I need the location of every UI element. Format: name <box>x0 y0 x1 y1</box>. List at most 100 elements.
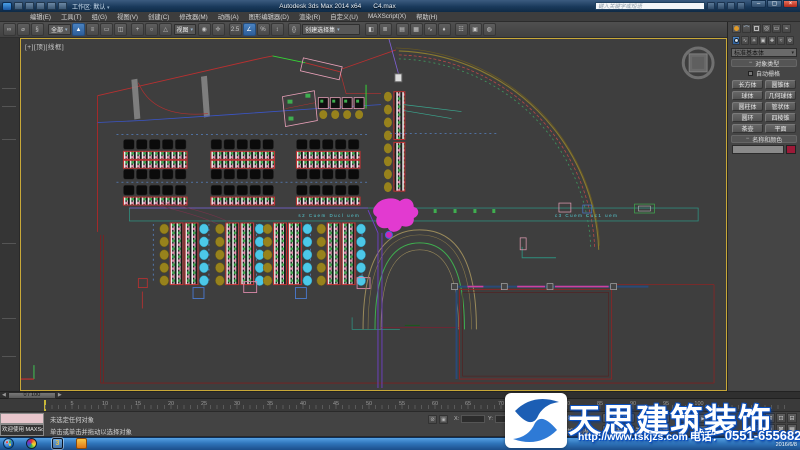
close-button[interactable]: × <box>783 0 798 8</box>
z-coord-field[interactable] <box>529 415 553 423</box>
plan-booth-groups[interactable] <box>138 223 370 309</box>
menu-animation[interactable]: 动画(A) <box>213 12 244 21</box>
pyramid-button[interactable]: 四棱锥 <box>765 113 796 122</box>
maximize-button[interactable]: ▢ <box>767 0 782 8</box>
angle-snap-icon[interactable]: ∠ <box>243 23 256 36</box>
prev-frame-icon[interactable]: ◀ <box>0 392 8 398</box>
select-object-icon[interactable]: ▲ <box>72 23 85 36</box>
next-frame-icon[interactable]: ▶ <box>56 392 64 398</box>
subtab-spacewarps[interactable]: ≈ <box>777 36 785 45</box>
object-type-rollout[interactable]: − 对象类型 <box>731 59 797 67</box>
minimize-button[interactable]: – <box>751 0 766 8</box>
graphite-ribbon-icon[interactable]: ▦ <box>410 23 423 36</box>
y-coord-field[interactable] <box>495 415 519 423</box>
undo-icon[interactable] <box>47 2 56 10</box>
menu-modifiers[interactable]: 修改器(M) <box>174 12 212 21</box>
subtab-lights[interactable]: ☀ <box>750 36 758 45</box>
menu-group[interactable]: 组(G) <box>87 12 112 21</box>
go-end-icon[interactable]: ▶| <box>720 414 730 423</box>
go-start-icon[interactable]: |◀ <box>676 414 686 423</box>
plan-vertical-booths[interactable] <box>384 74 462 192</box>
zoom-extents-icon[interactable]: ⊡ <box>776 413 786 423</box>
cylinder-button[interactable]: 圆柱体 <box>732 102 763 111</box>
selection-lock-icon[interactable]: ▣ <box>439 415 448 424</box>
taskbar-app-ball-icon[interactable] <box>26 438 37 449</box>
plan-horseshoe-stair[interactable] <box>352 230 476 329</box>
auto-key-button[interactable]: 自动关键点 <box>602 413 635 423</box>
teapot-button[interactable]: 茶壶 <box>732 124 763 133</box>
taskbar-3dsmax-icon[interactable]: 3 <box>52 438 63 449</box>
plan-dining-row-b[interactable] <box>123 185 360 205</box>
search-icon[interactable] <box>707 2 715 10</box>
cone-button[interactable]: 圆锥体 <box>765 80 796 89</box>
select-manipulate-icon[interactable]: ✢ <box>212 23 225 36</box>
tab-create[interactable] <box>732 24 741 33</box>
subtab-geometry[interactable] <box>732 36 740 45</box>
menu-graph-editors[interactable]: 图形编辑器(D) <box>244 12 294 21</box>
selection-filter-dropdown[interactable]: 全部▾ <box>48 24 71 35</box>
prev-key-icon[interactable]: ◀ <box>687 414 697 423</box>
checkbox-icon[interactable] <box>748 71 753 76</box>
workspace-dropdown[interactable]: 工作区: 默认 ▾ <box>69 2 113 11</box>
set-key-button[interactable]: 设置关键点 <box>602 425 635 435</box>
select-move-icon[interactable]: + <box>131 23 144 36</box>
primitive-category-dropdown[interactable]: 标准基本体 ▾ <box>731 48 797 57</box>
window-crossing-icon[interactable]: ◫ <box>114 23 127 36</box>
key-filters-button[interactable]: 关键点过滤器... <box>638 425 670 435</box>
viewport-toggle-icon[interactable]: ▦ <box>787 424 797 434</box>
select-rotate-icon[interactable]: ○ <box>145 23 158 36</box>
menu-help[interactable]: 帮助(H) <box>411 12 442 21</box>
tab-display[interactable]: ▭ <box>772 24 781 33</box>
plan-dining-row-a[interactable] <box>123 139 360 179</box>
start-button[interactable] <box>3 438 14 449</box>
viewport-label[interactable]: [+][顶][线框] <box>25 41 64 51</box>
rendered-frame-icon[interactable]: ▣ <box>469 23 482 36</box>
subtab-cameras[interactable]: ▣ <box>759 36 767 45</box>
rect-selection-region-icon[interactable]: ▭ <box>100 23 113 36</box>
next-key-icon[interactable]: ▶ <box>709 414 719 423</box>
subtab-helpers[interactable]: ✚ <box>768 36 776 45</box>
menu-tools[interactable]: 工具(T) <box>56 12 87 21</box>
subtab-shapes[interactable]: ∿ <box>741 36 749 45</box>
named-sets-dropdown[interactable]: 创建选择集▾ <box>302 24 360 35</box>
tab-modify[interactable]: ⌒ <box>742 24 751 33</box>
communication-center-icon[interactable] <box>717 2 725 10</box>
maxscript-macro-recorder[interactable] <box>0 413 44 424</box>
object-color-swatch[interactable] <box>786 145 796 154</box>
save-file-icon[interactable] <box>36 2 45 10</box>
tab-motion[interactable]: ◎ <box>762 24 771 33</box>
bind-spacewarp-icon[interactable]: § <box>31 23 44 36</box>
add-time-tag[interactable]: 添加时间标记 <box>562 427 595 435</box>
menu-create[interactable]: 创建(C) <box>143 12 174 21</box>
select-link-icon[interactable]: ∞ <box>3 23 16 36</box>
track-bar-ruler[interactable]: 5101520253035404550556065707580859095100 <box>0 399 800 412</box>
maximize-viewport-icon[interactable]: ⊠ <box>776 424 786 434</box>
key-mode-icon[interactable]: ◆ <box>698 425 708 434</box>
viewport-canvas[interactable]: s2 Cuem Ducl uem c3 Cuem Cuc1 uem <box>21 39 726 390</box>
mirror-icon[interactable]: ◧ <box>365 23 378 36</box>
zoom-region-icon[interactable]: ⊟ <box>787 413 797 423</box>
orbit-icon[interactable]: ↻ <box>765 424 775 434</box>
subtab-systems[interactable]: ⚙ <box>786 36 794 45</box>
torus-button[interactable]: 圆环 <box>732 113 763 122</box>
menu-edit[interactable]: 编辑(E) <box>25 12 56 21</box>
tab-utilities[interactable]: ⌁ <box>782 24 791 33</box>
time-slider[interactable]: ◀ 0 / 100 ▶ <box>0 391 800 399</box>
isolate-selection-icon[interactable]: ⊘ <box>428 415 437 424</box>
align-icon[interactable]: ≣ <box>379 23 392 36</box>
maxscript-mini-listener[interactable]: 欢迎使用 MAXScript <box>0 424 44 436</box>
percent-snap-icon[interactable]: % <box>257 23 270 36</box>
menu-customize[interactable]: 自定义(U) <box>325 12 363 21</box>
plan-selected-highlight[interactable] <box>373 198 418 238</box>
use-pivot-center-icon[interactable]: ◉ <box>198 23 211 36</box>
new-file-icon[interactable] <box>14 2 23 10</box>
x-coord-field[interactable] <box>461 415 485 423</box>
taskbar-folder-icon[interactable] <box>76 438 87 449</box>
favorites-icon[interactable] <box>727 2 735 10</box>
schematic-view-icon[interactable]: ♦ <box>438 23 451 36</box>
viewcube[interactable] <box>683 48 713 78</box>
name-color-rollout[interactable]: − 名称和颜色 <box>731 135 797 143</box>
menu-rendering[interactable]: 渲染(R) <box>294 12 325 21</box>
select-scale-icon[interactable]: △ <box>159 23 172 36</box>
snaps-toggle-icon[interactable]: 2.5 <box>229 23 242 36</box>
